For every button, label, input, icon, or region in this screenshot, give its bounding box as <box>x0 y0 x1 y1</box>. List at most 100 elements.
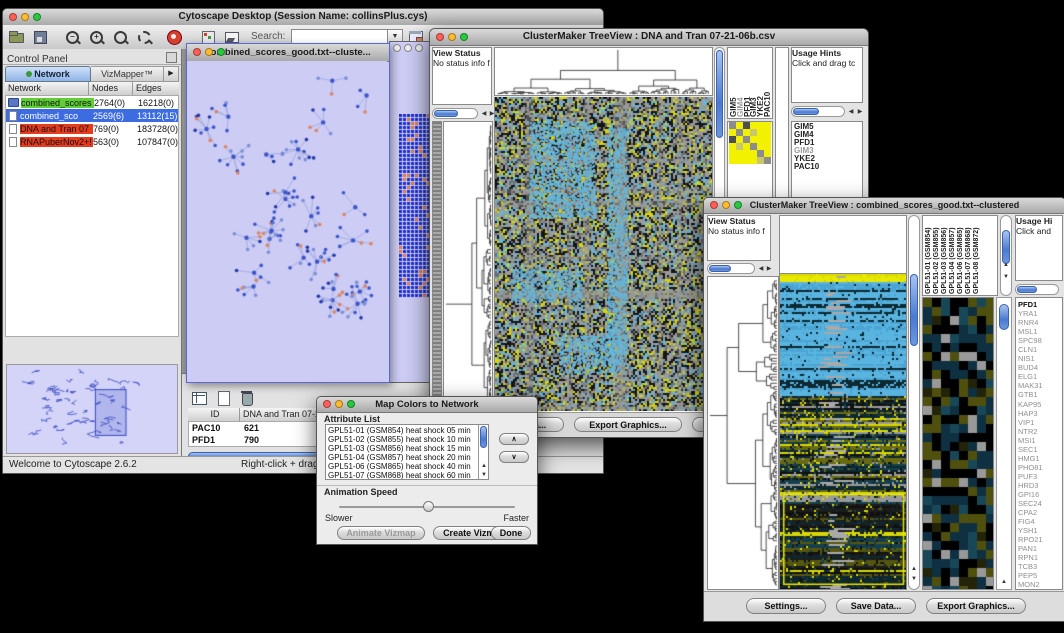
tv2-heatmap[interactable] <box>779 273 907 590</box>
attribute-list-item[interactable]: GPL51-01 (GSM854) heat shock 05 min <box>326 426 477 435</box>
gene-label[interactable]: KAP95 <box>1018 400 1062 409</box>
tv2-hints-scrollbar[interactable] <box>1015 284 1059 295</box>
gene-label[interactable]: MAK31 <box>1018 381 1062 390</box>
zoom-out-icon[interactable]: – <box>63 28 83 47</box>
network-list-row[interactable]: DNA and Tran 07769(0)183728(0) <box>6 122 178 135</box>
zoom-fit-icon[interactable] <box>135 28 155 47</box>
scroll-down-arrow[interactable]: ▼ <box>479 470 489 480</box>
gene-label[interactable]: NIS1 <box>1018 354 1062 363</box>
column-header-network[interactable]: Network <box>5 82 89 95</box>
gene-label[interactable]: HRD3 <box>1018 481 1062 490</box>
attribute-list[interactable]: GPL51-01 (GSM854) heat shock 05 minGPL51… <box>325 424 489 480</box>
close-button[interactable] <box>710 201 718 209</box>
attribute-list-item[interactable]: GPL51-07 (GSM868) heat shock 60 min <box>326 471 477 480</box>
move-up-button[interactable]: ∧ <box>499 433 529 445</box>
tv2-gene-list[interactable]: PFD1YRA1RNR4MSL1SPC98CLN1NIS1BUD4ELG1MAK… <box>1015 297 1063 590</box>
gene-label[interactable]: VIP1 <box>1018 418 1062 427</box>
main-titlebar[interactable]: Cytoscape Desktop (Session Name: collins… <box>3 9 603 26</box>
tv2-row-dendrogram[interactable] <box>707 276 779 590</box>
settings-button[interactable]: Settings... <box>746 598 826 614</box>
minimize-button[interactable] <box>205 48 213 56</box>
move-down-button[interactable]: ∨ <box>499 451 529 463</box>
gene-label[interactable]: NTR2 <box>1018 427 1062 436</box>
scroll-down-arrow[interactable]: ▼ <box>1001 272 1011 282</box>
close-button[interactable] <box>323 400 331 408</box>
zoom-button[interactable] <box>347 400 355 408</box>
network-list-row[interactable]: combined_scores2764(0)16218(0) <box>6 96 178 109</box>
tv2-zoom-heatmap[interactable] <box>922 297 994 590</box>
attribute-list-scrollbar[interactable]: ▲ ▼ <box>478 425 488 479</box>
gene-label[interactable]: SPC98 <box>1018 336 1062 345</box>
scroll-up-arrow[interactable]: ▲ <box>909 564 919 574</box>
gene-label[interactable]: PEP5 <box>1018 571 1062 580</box>
gene-label[interactable]: PAC10 <box>794 163 860 171</box>
export-graphics-button[interactable]: Export Graphics... <box>574 417 682 432</box>
export-graphics-button[interactable]: Export Graphics... <box>926 598 1026 614</box>
treeview1-titlebar[interactable]: ClusterMaker TreeView : DNA and Tran 07-… <box>430 29 868 46</box>
scroll-thumb[interactable] <box>434 110 458 117</box>
minimize-button[interactable] <box>21 13 29 21</box>
tv2-status-scrollbar[interactable] <box>707 263 755 274</box>
close-button[interactable] <box>393 44 401 52</box>
delete-attribute-icon[interactable] <box>238 389 258 408</box>
new-attribute-icon[interactable] <box>214 389 234 408</box>
scroll-up-arrow[interactable]: ▲ <box>999 577 1009 587</box>
gene-label[interactable]: BUD4 <box>1018 363 1062 372</box>
scroll-thumb[interactable] <box>480 426 487 448</box>
help-lifesaver-icon[interactable] <box>165 28 185 47</box>
gene-label[interactable]: YRA1 <box>1018 309 1062 318</box>
attribute-list-item[interactable]: GPL51-02 (GSM855) heat shock 10 min <box>326 435 477 444</box>
zoom-selected-icon[interactable] <box>111 28 131 47</box>
scroll-thumb[interactable] <box>1017 286 1037 293</box>
minimize-button[interactable] <box>448 33 456 41</box>
column-header-nodes[interactable]: Nodes <box>89 82 133 95</box>
zoom-in-icon[interactable]: + <box>87 28 107 47</box>
gene-label[interactable]: HAP3 <box>1018 409 1062 418</box>
zoom-button[interactable] <box>33 13 41 21</box>
tv1-status-scrollbar[interactable] <box>432 108 478 119</box>
gene-label[interactable]: YSH1 <box>1018 526 1062 535</box>
minimize-button[interactable] <box>722 201 730 209</box>
gene-label[interactable]: PHO81 <box>1018 463 1062 472</box>
zoom-button[interactable] <box>734 201 742 209</box>
gene-label[interactable]: CLN1 <box>1018 345 1062 354</box>
gene-label[interactable]: GPI16 <box>1018 490 1062 499</box>
save-data-button[interactable]: Save Data... <box>836 598 916 614</box>
dialog-titlebar[interactable]: Map Colors to Network <box>317 397 537 413</box>
scroll-up-arrow[interactable]: ▲ <box>1001 260 1011 270</box>
gene-label[interactable]: TCB3 <box>1018 562 1062 571</box>
close-button[interactable] <box>193 48 201 56</box>
scroll-right-arrow[interactable]: ▶ <box>764 264 774 274</box>
float-panel-icon[interactable] <box>166 52 177 63</box>
slider-thumb[interactable] <box>423 501 434 512</box>
tab-overflow-button[interactable]: ▶ <box>164 66 179 82</box>
network-overview-canvas[interactable] <box>7 365 177 453</box>
gene-label[interactable]: ELG1 <box>1018 372 1062 381</box>
tv2-genes-scrollbar[interactable]: ▲ <box>996 297 1012 590</box>
scroll-right-arrow[interactable]: ▶ <box>855 107 865 117</box>
tv1-hints-scrollbar[interactable] <box>791 106 845 117</box>
network-frame-titlebar[interactable]: combined_scores_good.txt--cluste... <box>187 44 389 62</box>
tab-vizmapper[interactable]: VizMapper™ <box>91 66 164 82</box>
save-session-icon[interactable] <box>31 28 51 47</box>
gene-label[interactable]: GTB1 <box>1018 390 1062 399</box>
tv2-labels-scrollbar[interactable] <box>1000 215 1012 296</box>
close-button[interactable] <box>436 33 444 41</box>
minimize-button[interactable] <box>404 44 412 52</box>
gene-label[interactable]: MSI1 <box>1018 436 1062 445</box>
scroll-thumb[interactable] <box>1002 230 1010 264</box>
scroll-down-arrow[interactable]: ▼ <box>909 574 919 584</box>
gene-label[interactable]: MSL1 <box>1018 327 1062 336</box>
attribute-list-item[interactable]: GPL51-03 (GSM856) heat shock 15 min <box>326 444 477 453</box>
gene-label[interactable]: MON2 <box>1018 580 1062 589</box>
scroll-thumb[interactable] <box>716 50 723 138</box>
scroll-thumb[interactable] <box>709 265 731 272</box>
scroll-thumb[interactable] <box>793 108 819 115</box>
gene-label[interactable]: PFD1 <box>1018 300 1062 309</box>
column-header-edges[interactable]: Edges <box>133 82 179 95</box>
zoom-button[interactable] <box>217 48 225 56</box>
close-button[interactable] <box>9 13 17 21</box>
minimize-button[interactable] <box>335 400 343 408</box>
zoom-button[interactable] <box>415 44 423 52</box>
tv2-vscrollbar[interactable] <box>908 215 920 590</box>
